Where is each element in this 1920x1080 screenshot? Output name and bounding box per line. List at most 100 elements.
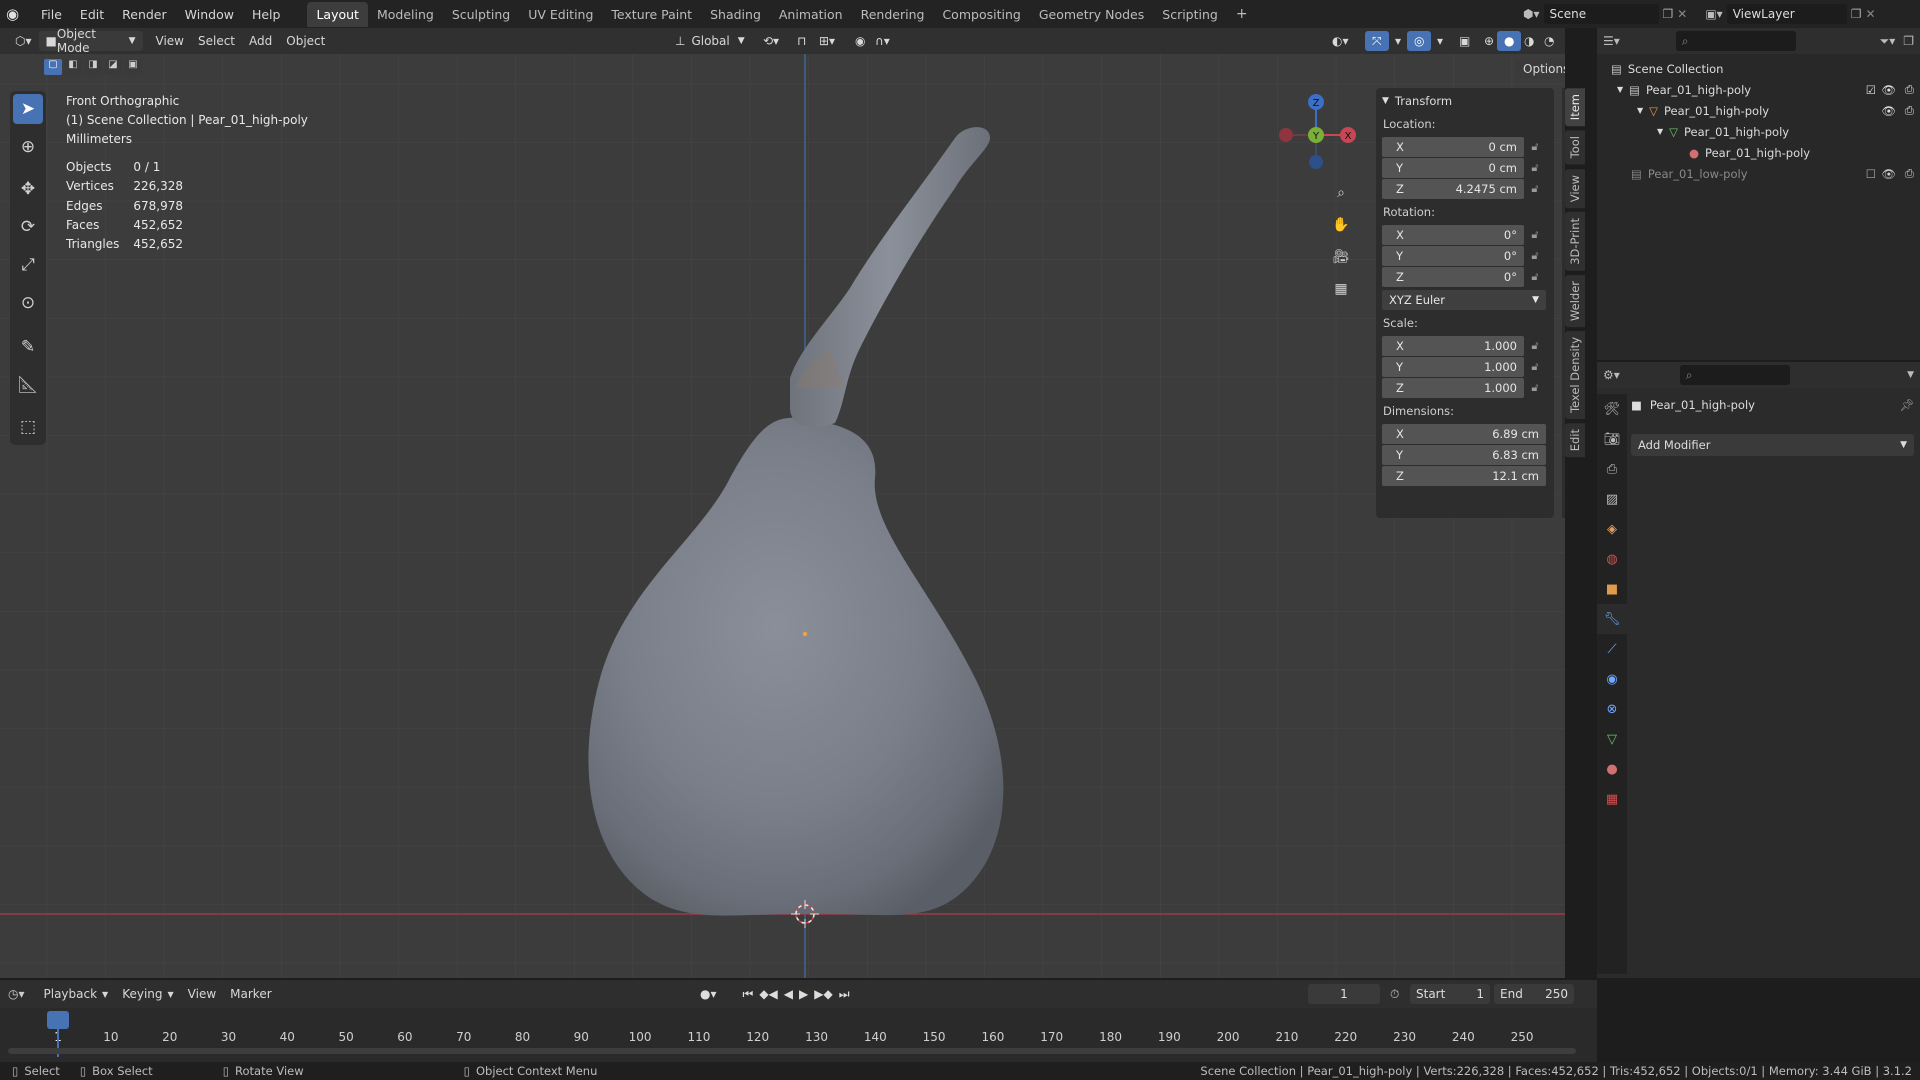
new-view-layer-icon[interactable]: ❐ bbox=[1851, 7, 1862, 21]
overlay-dropdown-icon[interactable]: ▾ bbox=[1430, 31, 1450, 51]
view-layer-icon[interactable]: ▣▾ bbox=[1705, 7, 1722, 21]
scale-y-field[interactable]: Y 1.000 bbox=[1382, 357, 1524, 377]
view-layer-selector[interactable]: ViewLayer bbox=[1726, 4, 1847, 24]
measure-tool[interactable]: 📐︎ bbox=[13, 370, 43, 400]
npanel-tab-tool[interactable]: Tool bbox=[1565, 130, 1585, 165]
properties-search-input[interactable]: ⌕ bbox=[1679, 365, 1790, 385]
xray-icon[interactable]: ▣ bbox=[1452, 31, 1477, 51]
constraints-properties-icon[interactable]: ⊗ bbox=[1597, 694, 1627, 724]
data-properties-icon[interactable]: ▽ bbox=[1597, 724, 1627, 754]
gizmo-dropdown-icon[interactable]: ▾ bbox=[1388, 31, 1408, 51]
chevron-down-icon[interactable]: ▼ bbox=[1907, 370, 1914, 380]
npanel-tab-3d-print[interactable]: 3D-Print bbox=[1565, 211, 1585, 271]
lock-icon[interactable]: 🔓︎ bbox=[1524, 339, 1546, 353]
tab-compositing[interactable]: Compositing bbox=[933, 2, 1029, 27]
lock-icon[interactable]: 🔓︎ bbox=[1524, 249, 1546, 263]
blender-logo-icon[interactable]: ◉ bbox=[6, 5, 32, 23]
overlay-toggle-icon[interactable]: ◎ bbox=[1407, 31, 1432, 51]
location-x-field[interactable]: X0 cm bbox=[1382, 137, 1524, 157]
prev-keyframe-icon[interactable]: ◆◀ bbox=[759, 987, 777, 1001]
falloff-icon[interactable]: ∩▾ bbox=[868, 31, 897, 51]
select-extend-icon[interactable]: ◧ bbox=[64, 59, 82, 75]
world-properties-icon[interactable]: ◍ bbox=[1597, 544, 1627, 574]
filter-icon[interactable]: ⏷▾ bbox=[1880, 34, 1896, 49]
pivot-point-icon[interactable]: ⟲▾ bbox=[756, 31, 786, 51]
jump-end-icon[interactable]: ⏭ bbox=[839, 987, 850, 1002]
outliner-row-high-poly-material[interactable]: ● Pear_01_high-poly bbox=[1597, 142, 1920, 163]
checkbox-icon[interactable]: ☑ bbox=[1866, 83, 1876, 97]
lock-icon[interactable]: 🔓︎ bbox=[1524, 182, 1546, 196]
npanel-tab-welder[interactable]: Welder bbox=[1565, 274, 1585, 327]
zoom-icon[interactable]: ⌕ bbox=[1328, 180, 1354, 206]
new-scene-icon[interactable]: ❐ bbox=[1663, 7, 1674, 21]
options-button[interactable]: Options ▼ bbox=[1516, 59, 1565, 79]
rotate-tool[interactable]: ⟳ bbox=[13, 212, 43, 242]
scale-z-field[interactable]: Z 1.000 bbox=[1382, 378, 1524, 398]
navigation-gizmo[interactable]: Z X Y bbox=[1270, 90, 1370, 210]
scene-selector[interactable]: Scene bbox=[1543, 4, 1659, 24]
pin-icon[interactable]: 📌︎ bbox=[1899, 398, 1914, 412]
add-cube-tool[interactable]: ⬚ bbox=[13, 412, 43, 442]
transform-tool[interactable]: ⊙ bbox=[13, 288, 43, 318]
next-keyframe-icon[interactable]: ▶◆ bbox=[814, 987, 832, 1001]
tab-rendering[interactable]: Rendering bbox=[852, 2, 934, 27]
gizmo-neg-x-axis[interactable] bbox=[1279, 128, 1293, 142]
select-invert-icon[interactable]: ◪ bbox=[104, 59, 122, 75]
menu-object[interactable]: Object bbox=[279, 31, 332, 51]
rotation-x-field[interactable]: X 0° bbox=[1382, 225, 1524, 245]
timeline-scrollbar[interactable] bbox=[8, 1048, 1576, 1054]
select-new-icon[interactable]: ▢ bbox=[44, 59, 62, 75]
annotate-tool[interactable]: ✎ bbox=[13, 332, 43, 362]
eye-icon[interactable]: 👁︎ bbox=[1881, 83, 1896, 97]
visibility-icon[interactable]: ◐▾ bbox=[1325, 31, 1356, 51]
menu-playback[interactable]: Playback ▼ bbox=[37, 984, 116, 1004]
jump-start-icon[interactable]: ⏮ bbox=[743, 987, 754, 1002]
lock-icon[interactable]: 🔓︎ bbox=[1524, 360, 1546, 374]
texture-properties-icon[interactable]: ▦ bbox=[1597, 784, 1627, 814]
scene-icon[interactable]: ⬢▾ bbox=[1523, 7, 1540, 21]
material-properties-icon[interactable]: ● bbox=[1597, 754, 1627, 784]
lock-icon[interactable]: 🔓︎ bbox=[1524, 228, 1546, 242]
object-properties-icon[interactable]: ■ bbox=[1597, 574, 1627, 604]
menu-add[interactable]: Add bbox=[242, 31, 279, 51]
3d-viewport[interactable]: ⬡▾ ■ Object Mode ▼ View Select Add Objec… bbox=[0, 28, 1565, 978]
outliner-row-high-poly-mesh[interactable]: ▼ ▽ Pear_01_high-poly bbox=[1597, 121, 1920, 142]
tab-animation[interactable]: Animation bbox=[770, 2, 852, 27]
menu-select[interactable]: Select bbox=[191, 31, 242, 51]
outliner-search-input[interactable]: ⌕ bbox=[1675, 31, 1796, 51]
npanel-tab-item[interactable]: Item bbox=[1565, 88, 1585, 127]
gizmo-neg-z-axis[interactable] bbox=[1309, 155, 1323, 169]
location-y-field[interactable]: Y0 cm bbox=[1382, 158, 1524, 178]
mode-selector[interactable]: ■ Object Mode ▼ bbox=[38, 28, 143, 55]
record-icon[interactable]: ●▾ bbox=[700, 987, 717, 1001]
lock-icon[interactable]: 🔓︎ bbox=[1524, 270, 1546, 284]
rendered-shading-icon[interactable]: ◔ bbox=[1537, 31, 1561, 51]
editor-type-icon[interactable]: ⚙▾ bbox=[1603, 368, 1620, 382]
tab-texture-paint[interactable]: Texture Paint bbox=[602, 2, 701, 27]
rotation-mode-dropdown[interactable]: XYZ Euler ▼ bbox=[1382, 290, 1546, 310]
menu-render[interactable]: Render bbox=[113, 7, 176, 22]
dimensions-y-field[interactable]: Y 6.83 cm bbox=[1382, 445, 1546, 465]
select-box-tool[interactable]: ➤ bbox=[13, 94, 43, 124]
cursor-tool[interactable]: ⊕ bbox=[13, 132, 43, 162]
start-frame-field[interactable]: Start 1 bbox=[1410, 984, 1490, 1004]
stopwatch-icon[interactable]: ⏱ bbox=[1390, 987, 1399, 1002]
chevron-down-icon[interactable]: ▼ bbox=[1657, 127, 1663, 136]
npanel-tab-edit[interactable]: Edit bbox=[1565, 422, 1585, 458]
menu-edit[interactable]: Edit bbox=[71, 7, 113, 22]
camera-view-icon[interactable]: 🎥︎ bbox=[1328, 244, 1354, 270]
menu-view[interactable]: View bbox=[149, 31, 191, 51]
select-subtract-icon[interactable]: ◨ bbox=[84, 59, 102, 75]
tab-geometry-nodes[interactable]: Geometry Nodes bbox=[1030, 2, 1153, 27]
physics-properties-icon[interactable]: ◉ bbox=[1597, 664, 1627, 694]
location-z-field[interactable]: Z 4.2475 cm bbox=[1382, 179, 1524, 199]
outliner-row-scene-collection[interactable]: ▤ Scene Collection bbox=[1597, 58, 1920, 79]
menu-keying[interactable]: Keying ▼ bbox=[115, 984, 180, 1004]
scene-properties-icon[interactable]: ◈ bbox=[1597, 514, 1627, 544]
eye-icon[interactable]: 👁︎ bbox=[1881, 167, 1896, 181]
frame-ruler[interactable]: 1102030405060708090100110120130140150160… bbox=[0, 1002, 1597, 1044]
transform-orientation-selector[interactable]: ⊥ Global ▼ bbox=[668, 31, 752, 51]
scale-tool[interactable]: ⤢ bbox=[13, 250, 43, 280]
menu-timeline-view[interactable]: View bbox=[181, 984, 223, 1004]
tab-modeling[interactable]: Modeling bbox=[368, 2, 443, 27]
